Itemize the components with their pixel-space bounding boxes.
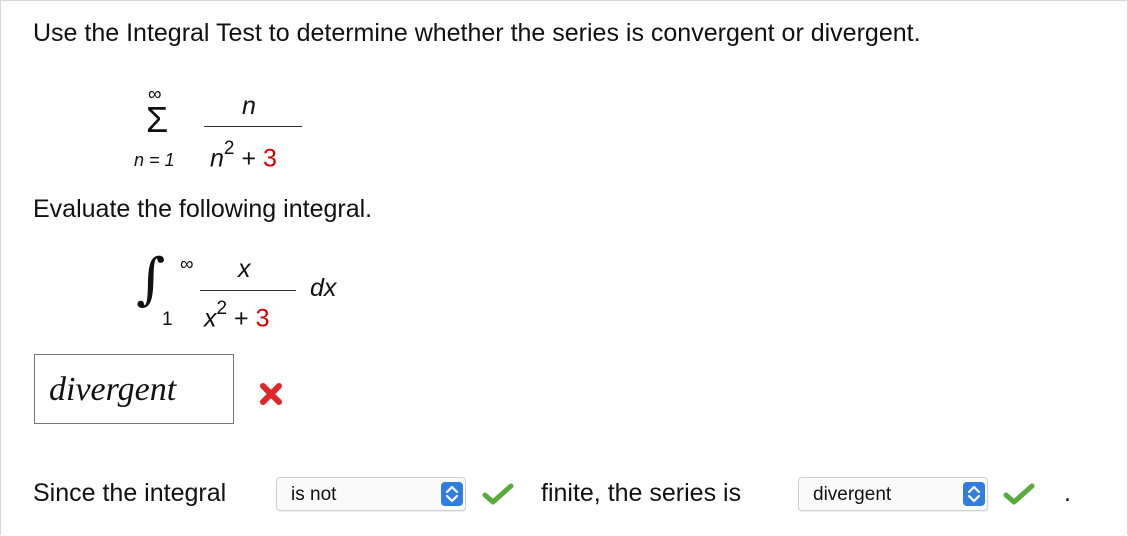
series-den-var: n (210, 144, 224, 173)
check-icon (1003, 481, 1035, 507)
integral-fraction-bar (200, 290, 296, 291)
integral-den-plus: + (234, 304, 249, 333)
series-convergence-select-value: divergent (813, 484, 892, 505)
integral-upper-limit: ∞ (180, 254, 194, 275)
series-den-plus: + (241, 144, 257, 173)
integral-finite-select[interactable]: is not (276, 477, 466, 511)
question-frame (0, 0, 1128, 535)
integral-denominator: x2 + 3 (204, 298, 270, 332)
sigma-symbol: Σ (146, 99, 169, 140)
integral-den-var: x (204, 304, 217, 333)
integral-answer-input[interactable]: divergent (34, 354, 234, 424)
updown-chevron-icon[interactable] (963, 482, 985, 506)
integral-lower-limit: 1 (162, 309, 173, 330)
check-icon (482, 481, 514, 507)
integral-den-exp: 2 (216, 298, 228, 319)
conclusion-prefix: Since the integral (33, 479, 227, 507)
integral-den-const: 3 (255, 304, 270, 333)
integral-numerator: x (238, 255, 251, 283)
integral-finite-select-value: is not (291, 484, 337, 505)
series-den-exp: 2 (223, 138, 235, 159)
series-fraction-bar (204, 126, 302, 127)
series-den-const: 3 (263, 144, 277, 173)
integral-sign: ∫ (136, 247, 166, 312)
cross-icon (258, 381, 284, 407)
series-denominator: n2 + 3 (210, 138, 277, 172)
series-convergence-select[interactable]: divergent (798, 477, 988, 511)
conclusion-period: . (1064, 479, 1071, 507)
evaluate-label: Evaluate the following integral. (33, 195, 373, 223)
question-prompt: Use the Integral Test to determine wheth… (33, 19, 921, 47)
integral-differential: dx (310, 274, 337, 302)
integral-answer-value: divergent (49, 371, 177, 408)
conclusion-middle: finite, the series is (541, 479, 742, 507)
updown-chevron-icon[interactable] (441, 482, 463, 506)
series-lower-limit: n = 1 (134, 150, 175, 170)
series-numerator: n (242, 92, 256, 120)
